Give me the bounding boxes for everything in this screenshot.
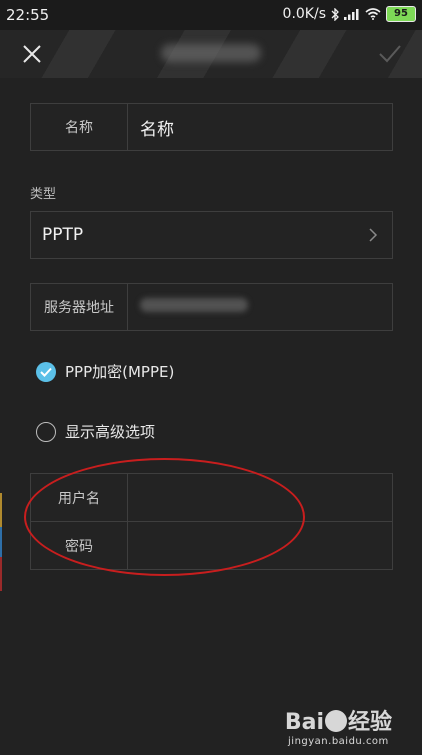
confirm-button[interactable] bbox=[374, 38, 406, 70]
credentials-group: 用户名 密码 bbox=[30, 473, 393, 570]
type-section-label: 类型 bbox=[30, 187, 57, 202]
watermark-logo-left: Bai bbox=[284, 710, 324, 735]
advanced-options-checkbox[interactable] bbox=[36, 421, 56, 442]
header-bar bbox=[0, 30, 422, 78]
ppp-encryption-option[interactable]: PPP加密(MPPE) bbox=[36, 361, 174, 382]
network-speed: 0.0K/s bbox=[282, 6, 326, 22]
paw-icon bbox=[324, 710, 347, 732]
advanced-options-label: 显示高级选项 bbox=[65, 423, 156, 441]
close-icon bbox=[23, 45, 41, 63]
battery-indicator: 95 bbox=[386, 6, 416, 22]
ppp-encryption-label: PPP加密(MPPE) bbox=[65, 363, 175, 381]
server-address-label: 服务器地址 bbox=[31, 284, 128, 330]
wifi-icon bbox=[365, 8, 381, 20]
status-time: 22:55 bbox=[6, 6, 50, 24]
server-address-redacted bbox=[140, 298, 248, 312]
bluetooth-icon bbox=[331, 7, 339, 21]
signal-icon bbox=[344, 8, 360, 20]
server-address-input[interactable] bbox=[128, 297, 392, 317]
name-field: 名称 名称 bbox=[30, 103, 393, 151]
ppp-encryption-checkbox[interactable] bbox=[36, 361, 56, 382]
username-label: 用户名 bbox=[31, 474, 128, 521]
password-label: 密码 bbox=[31, 522, 128, 569]
name-label: 名称 bbox=[31, 104, 128, 150]
check-icon bbox=[379, 45, 401, 63]
watermark-logo-right: 经验 bbox=[347, 710, 392, 735]
close-button[interactable] bbox=[16, 38, 48, 70]
baidu-jingyan-watermark: Bai 经验 jingyan.baidu.com bbox=[285, 704, 392, 747]
vpn-edit-screen: 22:55 0.0K/s 95 名称 名称 类型 PPTP 服务器地址 PPP加… bbox=[0, 0, 422, 755]
type-select[interactable]: PPTP bbox=[30, 211, 393, 259]
name-input[interactable]: 名称 bbox=[128, 115, 392, 140]
checkmark-icon bbox=[40, 367, 52, 377]
left-edge-strip bbox=[0, 493, 2, 591]
status-bar: 22:55 0.0K/s 95 bbox=[0, 0, 422, 30]
watermark-url: jingyan.baidu.com bbox=[288, 736, 389, 747]
username-row: 用户名 bbox=[31, 474, 392, 521]
advanced-options-option[interactable]: 显示高级选项 bbox=[36, 421, 155, 442]
status-indicators: 0.0K/s 95 bbox=[283, 6, 416, 22]
type-selected-value: PPTP bbox=[42, 225, 84, 245]
server-address-field: 服务器地址 bbox=[30, 283, 393, 331]
watermark-logo: Bai 经验 bbox=[285, 704, 392, 736]
header-title-redacted bbox=[161, 44, 261, 62]
chevron-right-icon bbox=[369, 228, 378, 242]
password-row: 密码 bbox=[31, 521, 392, 569]
